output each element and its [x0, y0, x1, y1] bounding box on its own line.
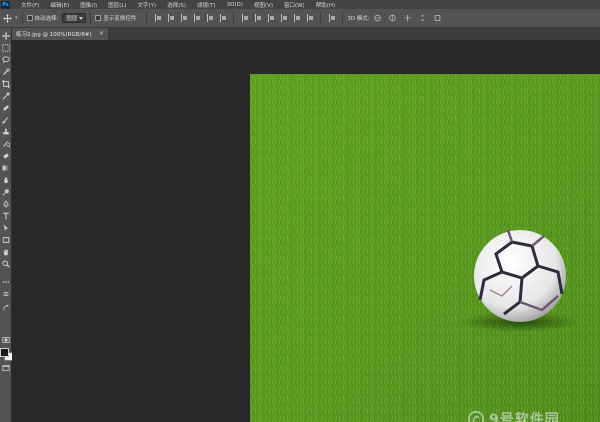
clone-stamp-tool-icon[interactable] — [2, 128, 10, 136]
document-tab-label: 练习2.jpg @ 100%(RGB/8#) — [16, 32, 92, 38]
type-tool-icon[interactable] — [2, 212, 10, 220]
rotate-3d-icon[interactable] — [373, 14, 382, 22]
pen-tool-icon[interactable] — [2, 200, 10, 208]
document-tab-bar: 练习2.jpg @ 100%(RGB/8#) × — [12, 28, 600, 40]
distribute-bottom-icon[interactable] — [267, 14, 275, 22]
watermark-text: 9号软件园 — [489, 412, 560, 422]
align-top-icon[interactable] — [154, 14, 162, 22]
gradient-tool-icon[interactable] — [2, 164, 10, 172]
show-transform-checkbox[interactable] — [95, 15, 102, 21]
soccer-ball — [474, 229, 566, 322]
align-left-icon[interactable] — [193, 14, 201, 22]
quick-select-tool-icon[interactable] — [2, 68, 10, 76]
divider — [233, 12, 235, 24]
auto-select-label: 自动选择: — [34, 16, 59, 22]
crop-tool-icon[interactable] — [2, 80, 10, 88]
divider — [342, 12, 344, 24]
history-brush-tool-icon[interactable] — [2, 140, 10, 148]
foreground-color-swatch[interactable] — [0, 348, 9, 357]
blur-tool-icon[interactable] — [2, 176, 10, 184]
photoshop-logo[interactable]: Ps — [1, 0, 10, 9]
drag-3d-icon[interactable] — [403, 14, 412, 22]
brush-tool-icon[interactable] — [2, 116, 10, 124]
menu-3d[interactable]: 3D(D) — [227, 2, 243, 8]
align-horizontal-center-icon[interactable] — [206, 14, 214, 22]
menu-bar: Ps 文件(F) 编辑(E) 图像(I) 图层(L) 文字(Y) 选择(S) 滤… — [0, 0, 600, 9]
watermark-logo-icon — [467, 410, 485, 422]
slide-3d-icon[interactable] — [418, 14, 427, 22]
auto-align-icon[interactable] — [328, 14, 336, 22]
screen-mode-icon[interactable] — [2, 364, 10, 372]
menu-file[interactable]: 文件(F) — [21, 1, 39, 9]
marquee-tool-icon[interactable] — [2, 44, 10, 52]
divider — [146, 12, 148, 24]
zoom-tool-icon[interactable] — [2, 260, 10, 268]
auto-select-checkbox[interactable] — [26, 15, 33, 21]
divider — [90, 12, 92, 24]
menu-help[interactable]: 帮助(H) — [316, 1, 335, 9]
hand-tool-icon[interactable] — [2, 248, 10, 256]
close-icon[interactable]: × — [99, 30, 104, 38]
eraser-tool-icon[interactable] — [2, 152, 10, 160]
distribute-left-icon[interactable] — [280, 14, 288, 22]
menu-type[interactable]: 文字(Y) — [138, 1, 157, 9]
document-tab[interactable]: 练习2.jpg @ 100%(RGB/8#) × — [12, 28, 108, 40]
lasso-tool-icon[interactable] — [2, 56, 10, 64]
menu-image[interactable]: 图像(I) — [80, 1, 97, 9]
watermark: 9号软件园 — [467, 409, 560, 422]
divider — [320, 12, 322, 24]
document-image[interactable] — [250, 74, 600, 422]
show-transform-label: 显示变换控件 — [103, 16, 137, 22]
mode-3d-label: 3D 模式: — [347, 16, 370, 22]
canvas-area[interactable]: 9号软件园 — [12, 40, 600, 422]
eyedropper-tool-icon[interactable] — [2, 92, 10, 100]
path-select-tool-icon[interactable] — [2, 224, 10, 232]
auto-select-dropdown[interactable]: 图层 — [62, 13, 87, 23]
roll-3d-icon[interactable] — [388, 14, 397, 22]
more-tools-icon[interactable] — [2, 278, 10, 286]
distribute-vertical-center-icon[interactable] — [254, 14, 262, 22]
align-vertical-center-icon[interactable] — [167, 14, 175, 22]
dodge-tool-icon[interactable] — [2, 188, 10, 196]
distribute-horizontal-center-icon[interactable] — [293, 14, 301, 22]
edit-toolbar-icon[interactable] — [2, 290, 10, 298]
distribute-top-icon[interactable] — [241, 14, 249, 22]
swap-colors-icon[interactable] — [2, 304, 10, 312]
tools-panel — [0, 28, 13, 422]
menu-edit[interactable]: 编辑(E) — [50, 1, 69, 9]
move-tool-icon[interactable] — [2, 32, 10, 40]
menu-view[interactable]: 视图(V) — [254, 1, 273, 9]
menu-layer[interactable]: 图层(L) — [108, 1, 126, 9]
align-right-icon[interactable] — [219, 14, 227, 22]
scale-3d-icon[interactable] — [433, 14, 442, 22]
chevron-down-icon[interactable]: ▾ — [15, 15, 18, 21]
rectangle-tool-icon[interactable] — [2, 236, 10, 244]
quick-mask-icon[interactable] — [2, 336, 10, 344]
move-tool-icon[interactable] — [3, 13, 12, 23]
menu-window[interactable]: 窗口(W) — [284, 1, 305, 9]
align-bottom-icon[interactable] — [180, 14, 188, 22]
distribute-right-icon[interactable] — [306, 14, 314, 22]
menu-filter[interactable]: 滤镜(T) — [197, 1, 216, 9]
divider — [21, 12, 23, 24]
options-bar: ▾ 自动选择: 图层 显示变换控件 3D 模式: — [0, 9, 600, 28]
healing-brush-tool-icon[interactable] — [2, 104, 10, 112]
menu-select[interactable]: 选择(S) — [167, 1, 186, 9]
